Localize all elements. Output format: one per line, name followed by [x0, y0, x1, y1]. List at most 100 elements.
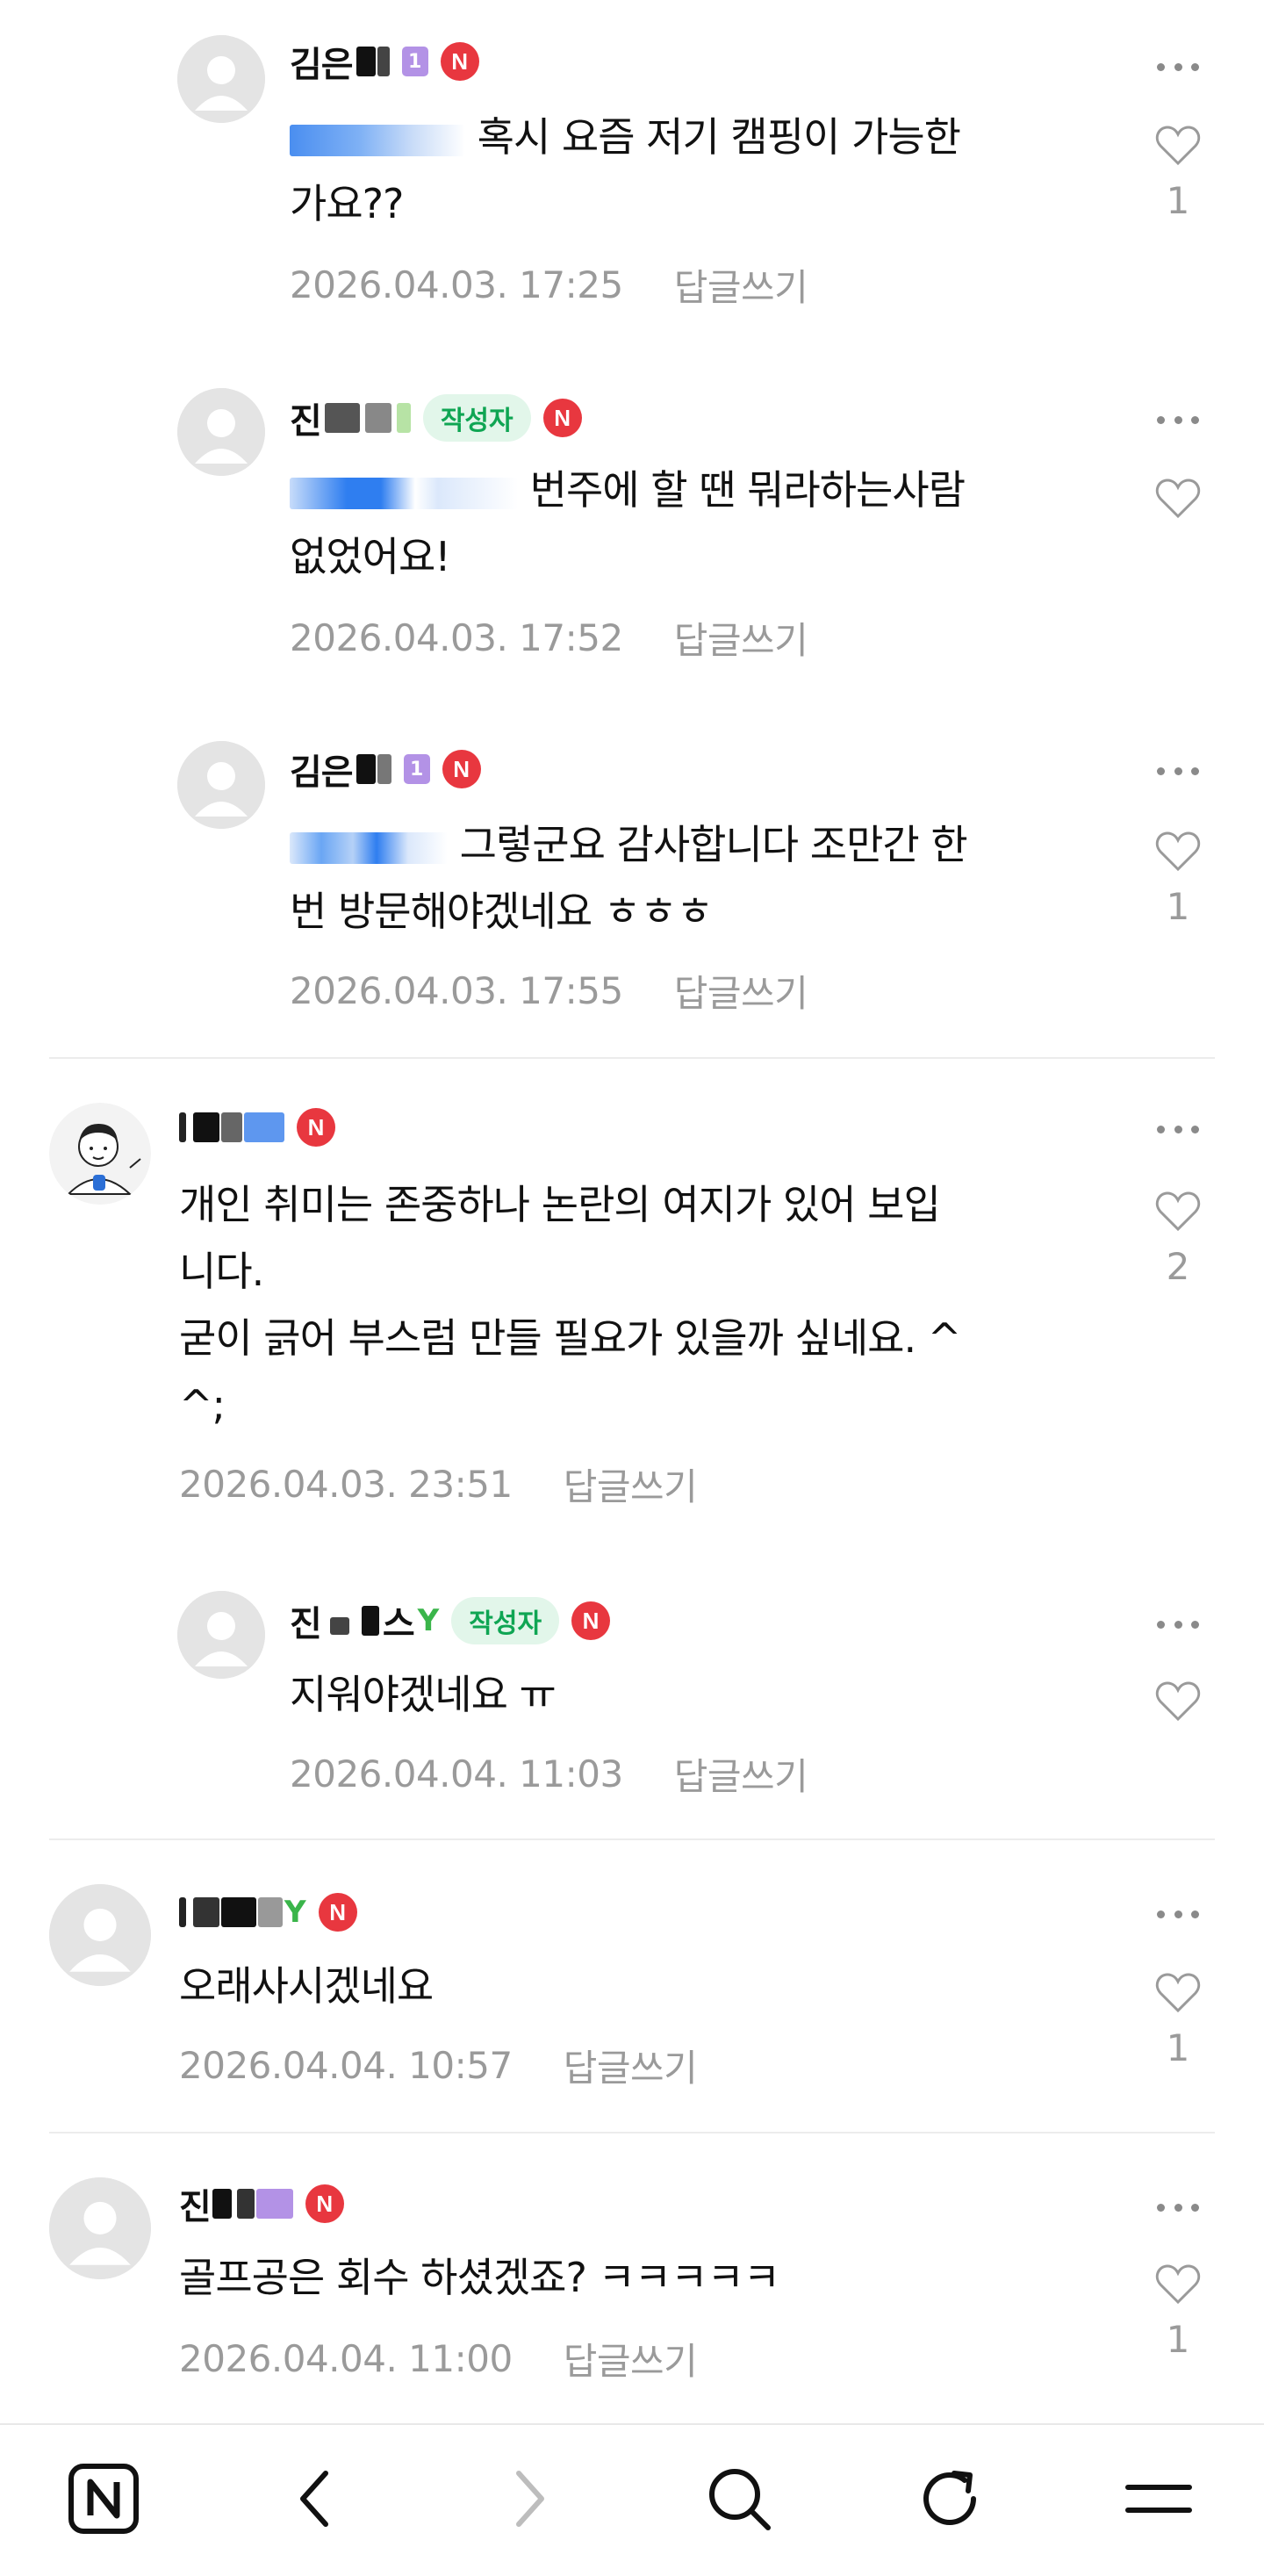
author-badge: 작성자 — [451, 1597, 560, 1644]
reply-button[interactable]: 답글쓰기 — [564, 2039, 698, 2092]
comment-header: Y N — [179, 1888, 357, 1937]
comment-meta: 2026.04.03. 17:55 답글쓰기 — [290, 964, 808, 1018]
naver-badge: N — [571, 1601, 611, 1640]
comment-list: 김은 1 N 혹시 요즘 저기 캠핑이 가능한 가요?? 1 2026.04.0… — [0, 0, 1264, 2423]
like-area: 2 — [1152, 1191, 1204, 1288]
comment-meta: 2026.04.03. 17:52 답글쓰기 — [290, 611, 808, 665]
divider — [49, 2132, 1215, 2133]
avatar[interactable] — [177, 388, 265, 476]
naver-badge: N — [305, 2184, 344, 2223]
more-dots-icon[interactable] — [1157, 1112, 1199, 1147]
bottom-nav-bar — [0, 2423, 1264, 2576]
comment-header: 진 N — [179, 2179, 344, 2228]
comment-date: 2026.04.03. 17:52 — [290, 616, 623, 659]
back-arrow-icon[interactable] — [276, 2458, 356, 2539]
nickname[interactable]: Y — [179, 1895, 306, 1930]
comment-date: 2026.04.04. 10:57 — [179, 2044, 513, 2087]
level-badge: 1 — [401, 47, 428, 76]
naver-home-icon[interactable] — [63, 2458, 144, 2539]
comment-date: 2026.04.03. 23:51 — [179, 1463, 513, 1506]
comment-meta: 2026.04.03. 17:25 답글쓰기 — [290, 258, 808, 312]
naver-badge: N — [542, 399, 582, 437]
mention-tag[interactable] — [290, 831, 448, 864]
comment-header: 진 작성자 N — [290, 393, 582, 443]
comment-header: 김은 1 N — [290, 37, 479, 86]
search-icon[interactable] — [699, 2458, 779, 2539]
comment-text: 번주에 할 땐 뭐라하는사람 없었어요! — [290, 466, 966, 580]
like-area — [1152, 478, 1204, 523]
menu-icon[interactable] — [1118, 2458, 1199, 2539]
reply-button[interactable]: 답글쓰기 — [564, 2332, 698, 2385]
like-count: 1 — [1166, 885, 1190, 928]
naver-badge: N — [297, 1108, 335, 1147]
comment-header: 김은 1 N — [290, 745, 481, 794]
reply-button[interactable]: 답글쓰기 — [674, 1747, 808, 1801]
more-dots-icon[interactable] — [1157, 1607, 1199, 1642]
refresh-icon[interactable] — [909, 2458, 990, 2539]
heart-outline-icon[interactable] — [1155, 1191, 1201, 1233]
naver-badge: N — [440, 42, 479, 81]
reply-button[interactable]: 답글쓰기 — [674, 258, 808, 312]
comment-header: 진 스 Y 작성자 N — [290, 1596, 611, 1645]
more-dots-icon[interactable] — [1157, 49, 1199, 84]
divider — [49, 1838, 1215, 1840]
nickname[interactable]: 김은 — [290, 752, 391, 793]
nickname[interactable]: 진 스 Y — [290, 1603, 440, 1644]
heart-outline-icon[interactable] — [1155, 125, 1201, 167]
avatar[interactable] — [49, 1103, 151, 1205]
like-area: 1 — [1152, 2263, 1204, 2361]
comment-date: 2026.04.03. 17:55 — [290, 969, 623, 1012]
avatar[interactable] — [177, 741, 265, 829]
like-area: 1 — [1152, 1972, 1204, 2069]
author-badge: 작성자 — [422, 394, 531, 442]
avatar[interactable] — [49, 2177, 151, 2279]
comment-text: 골프공은 회수 하셨겠죠? ㅋㅋㅋㅋㅋ — [179, 2254, 780, 2301]
mention-tag[interactable] — [290, 124, 465, 156]
more-dots-icon[interactable] — [1157, 402, 1199, 437]
comment-text: 개인 취미는 존중하나 논란의 여지가 있어 보입 니다. 굳이 긁어 부스럼 … — [179, 1181, 961, 1428]
forward-arrow-icon[interactable] — [488, 2458, 569, 2539]
comment-meta: 2026.04.04. 11:03 답글쓰기 — [290, 1747, 808, 1801]
like-count: 1 — [1166, 2318, 1190, 2361]
reply-button[interactable]: 답글쓰기 — [564, 1457, 698, 1511]
level-badge: 1 — [403, 754, 430, 784]
reply-button[interactable]: 답글쓰기 — [674, 611, 808, 665]
avatar[interactable] — [177, 35, 265, 123]
more-dots-icon[interactable] — [1157, 1896, 1199, 1932]
heart-outline-icon[interactable] — [1155, 1680, 1201, 1723]
comment-meta: 2026.04.03. 23:51 답글쓰기 — [179, 1457, 698, 1511]
divider — [49, 1057, 1215, 1059]
heart-outline-icon[interactable] — [1155, 831, 1201, 873]
like-count: 1 — [1166, 179, 1190, 222]
comment-text: 혹시 요즘 저기 캠핑이 가능한 가요?? — [290, 113, 961, 227]
comment-date: 2026.04.04. 11:00 — [179, 2337, 513, 2380]
more-dots-icon[interactable] — [1157, 753, 1199, 788]
like-area: 1 — [1152, 831, 1204, 928]
like-count: 2 — [1166, 1245, 1190, 1288]
comment-text: 그렇군요 감사합니다 조만간 한 번 방문해야겠네요 ㅎㅎㅎ — [290, 821, 968, 935]
nickname[interactable]: 진 — [179, 2186, 293, 2227]
comment-date: 2026.04.04. 11:03 — [290, 1752, 623, 1795]
nickname[interactable]: 진 — [290, 400, 411, 442]
naver-badge: N — [442, 750, 481, 788]
reply-button[interactable]: 답글쓰기 — [674, 964, 808, 1018]
like-count: 1 — [1166, 2026, 1190, 2069]
heart-outline-icon[interactable] — [1155, 2263, 1201, 2306]
comment-header: N — [179, 1103, 335, 1152]
nickname[interactable] — [179, 1110, 284, 1145]
more-dots-icon[interactable] — [1157, 2190, 1199, 2225]
comment-text: 오래사시겠네요 — [179, 1962, 434, 2010]
comment-text: 지워야겠네요 ㅠ — [290, 1671, 557, 1718]
comment-meta: 2026.04.04. 11:00 답글쓰기 — [179, 2332, 698, 2385]
like-area — [1152, 1680, 1204, 1726]
avatar[interactable] — [177, 1591, 265, 1679]
avatar[interactable] — [49, 1884, 151, 1986]
sprout-icon: Y — [284, 1895, 306, 1930]
mention-tag[interactable] — [290, 477, 518, 509]
nickname[interactable]: 김은 — [290, 44, 390, 85]
comment-date: 2026.04.03. 17:25 — [290, 263, 623, 306]
naver-badge: N — [318, 1893, 357, 1932]
heart-outline-icon[interactable] — [1155, 478, 1201, 520]
heart-outline-icon[interactable] — [1155, 1972, 1201, 2014]
sprout-icon: Y — [417, 1603, 440, 1638]
